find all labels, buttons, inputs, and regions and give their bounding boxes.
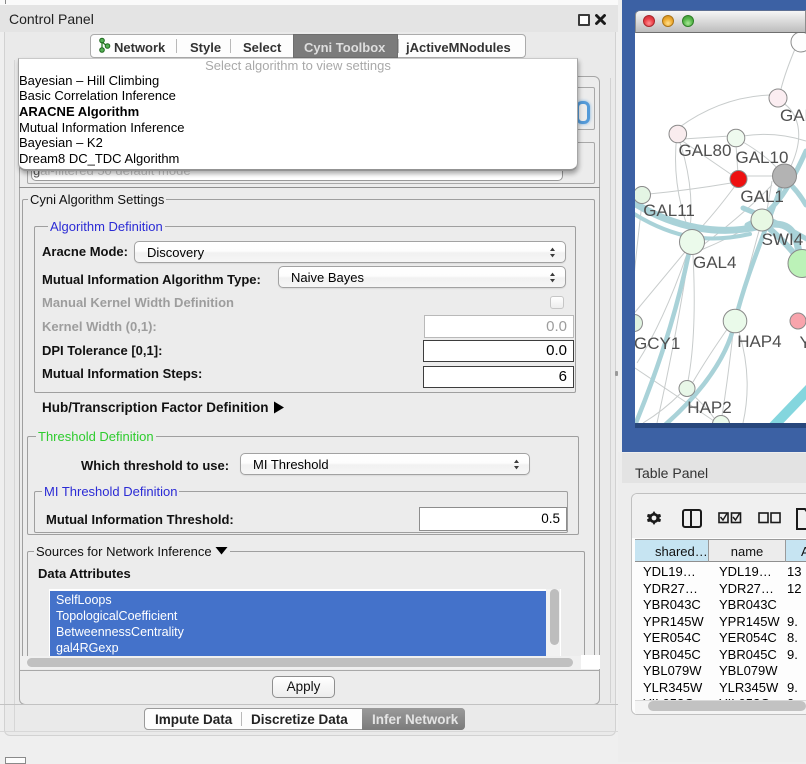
svg-text:HAP2: HAP2	[687, 398, 731, 417]
svg-text:HAP4: HAP4	[737, 332, 781, 351]
svg-text:GAL80: GAL80	[679, 141, 732, 160]
svg-text:GAL1: GAL1	[740, 187, 783, 206]
svg-text:GAL7: GAL7	[780, 106, 806, 125]
svg-text:SWI4: SWI4	[762, 230, 804, 249]
svg-text:GAL4: GAL4	[693, 253, 736, 272]
svg-text:Y: Y	[800, 333, 806, 352]
svg-text:GCY1: GCY1	[635, 334, 680, 353]
svg-text:GAL11: GAL11	[643, 201, 695, 220]
svg-text:GAL10: GAL10	[736, 148, 789, 167]
